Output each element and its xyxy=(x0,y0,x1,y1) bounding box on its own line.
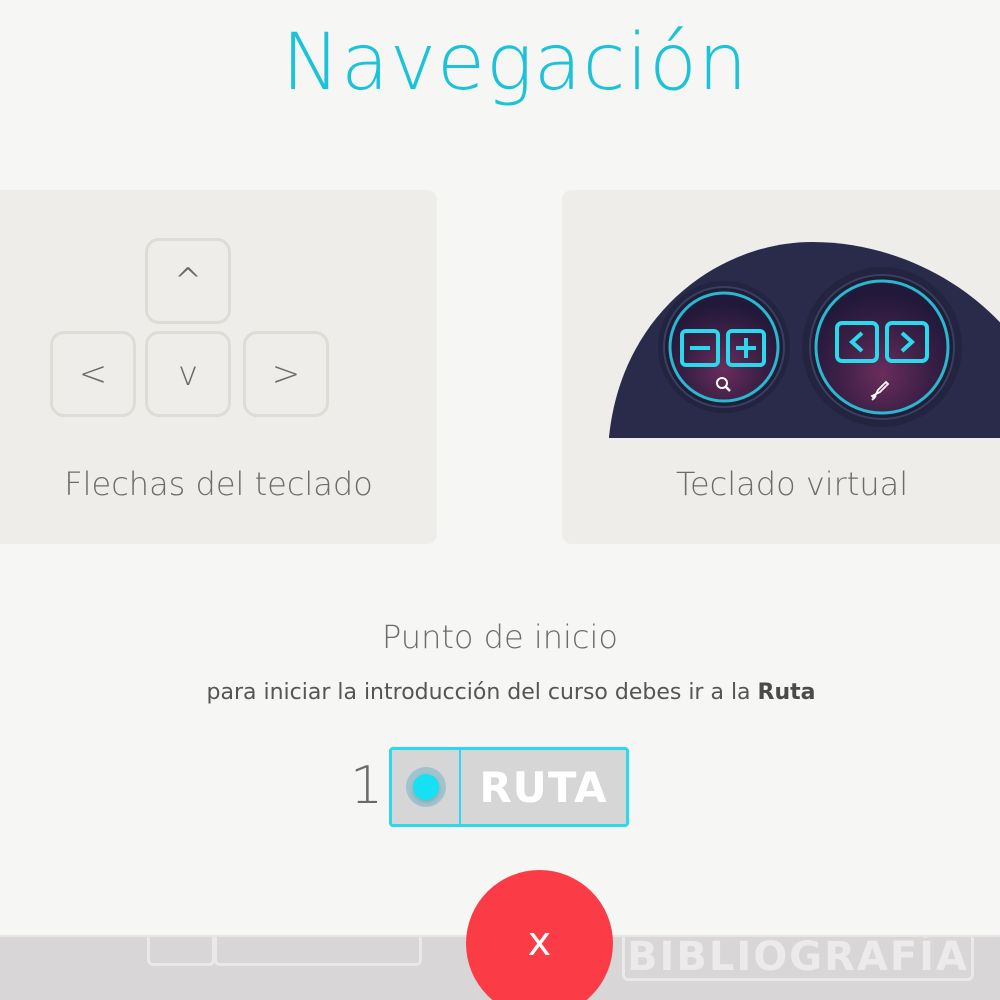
virtual-keyboard-label: Teclado virtual xyxy=(675,465,909,503)
page-title: Navegación xyxy=(281,18,749,108)
route-dot-icon xyxy=(412,774,439,800)
keyboard-arrows-label: Flechas del teclado xyxy=(64,465,373,503)
keyboard-arrows-card: ^ < v > Flechas del teclado xyxy=(0,190,437,544)
background-bibliography-label: BIBLIOGRAFÍA xyxy=(627,935,969,980)
start-point-title: Punto de inicio xyxy=(382,618,618,656)
route-number: 1 xyxy=(350,756,384,816)
route-button-label: RUTA xyxy=(479,762,608,812)
background-tab xyxy=(147,937,215,966)
arrow-up-icon: ^ xyxy=(173,261,203,301)
zoom-lens xyxy=(658,281,790,413)
arrow-down-key: v xyxy=(145,331,231,417)
start-point-subtitle: para iniciar la introducción del curso d… xyxy=(0,680,1000,705)
route-button[interactable]: RUTA xyxy=(389,747,629,827)
background-tab xyxy=(214,937,422,966)
arrow-left-key: < xyxy=(50,331,136,417)
arrow-up-key: ^ xyxy=(145,238,231,324)
route-dot-cell xyxy=(392,750,461,824)
background-bibliography-button: BIBLIOGRAFÍA xyxy=(622,935,974,981)
navigation-lens xyxy=(802,267,962,427)
close-icon: x xyxy=(527,918,552,965)
start-point-subtitle-text: para iniciar la introducción del curso d… xyxy=(206,680,758,705)
close-button[interactable]: x xyxy=(466,870,613,1000)
virtual-keyboard-illustration xyxy=(609,242,1000,438)
navigation-help-modal: Navegación ^ < v > Flechas del teclado T… xyxy=(0,0,1000,1000)
arrow-right-key: > xyxy=(243,331,329,417)
arrow-down-icon: v xyxy=(177,354,199,394)
start-point-subtitle-bold: Ruta xyxy=(757,680,816,705)
virtual-keyboard-card: Teclado virtual xyxy=(562,190,1000,544)
arrow-right-icon: > xyxy=(271,354,301,394)
arrow-left-icon: < xyxy=(78,354,108,394)
